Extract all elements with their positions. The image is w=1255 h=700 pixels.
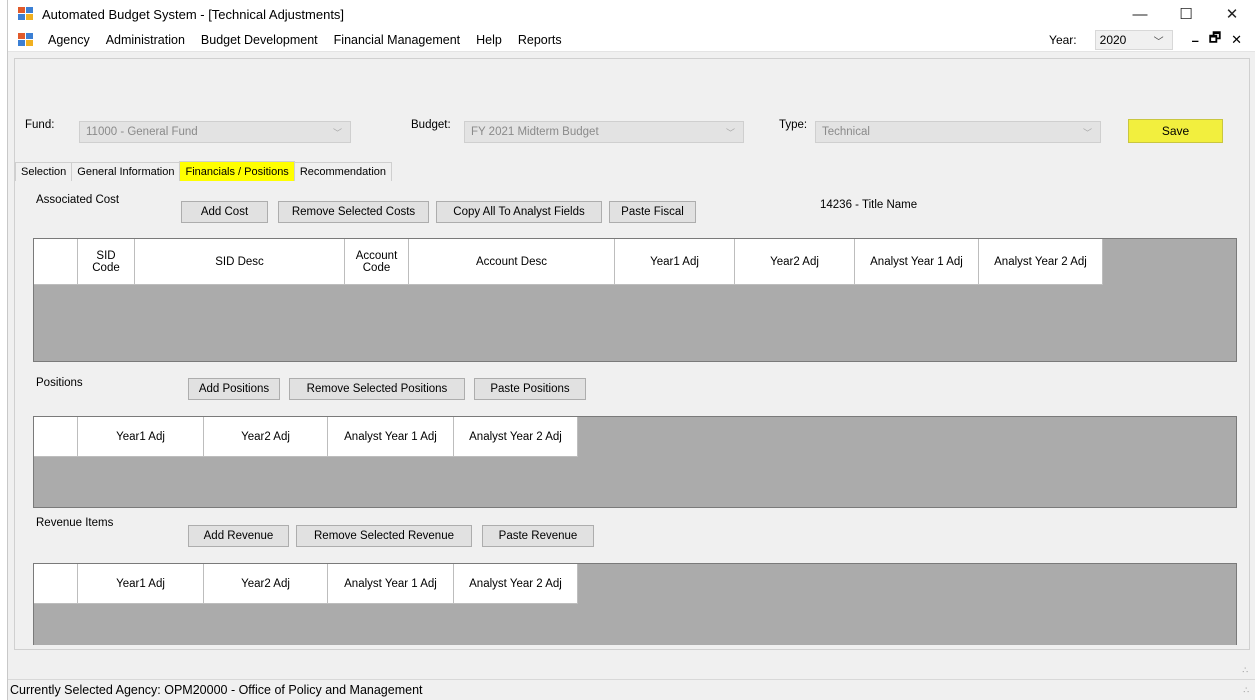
- positions-grid-header: Year1 Adj Year2 Adj Analyst Year 1 Adj A…: [34, 417, 578, 457]
- fund-label: Fund:: [25, 119, 55, 131]
- menu-bar: Agency Administration Budget Development…: [8, 28, 1255, 52]
- title-bar: Automated Budget System - [Technical Adj…: [8, 0, 1255, 28]
- column-header[interactable]: Analyst Year 2 Adj: [454, 564, 578, 604]
- minimize-icon[interactable]: —: [1117, 0, 1163, 28]
- tab-strip: Selection General Information Financials…: [15, 161, 393, 181]
- revenue-grid[interactable]: Year1 Adj Year2 Adj Analyst Year 1 Adj A…: [33, 563, 1237, 645]
- revenue-grid-header: Year1 Adj Year2 Adj Analyst Year 1 Adj A…: [34, 564, 578, 604]
- column-header[interactable]: SID Desc: [135, 239, 345, 285]
- year-value: 2020: [1099, 33, 1127, 47]
- positions-label: Positions: [36, 377, 83, 389]
- budget-label: Budget:: [411, 119, 451, 131]
- row-header-cell: [34, 239, 78, 285]
- chevron-down-icon: ﹀: [1153, 37, 1164, 48]
- selected-agency-status: Currently Selected Agency: OPM20000 - Of…: [10, 683, 423, 697]
- menu-financial-management[interactable]: Financial Management: [326, 28, 468, 52]
- fund-value: 11000 - General Fund: [86, 126, 198, 138]
- child-resize-grip-icon[interactable]: ∴: [1242, 665, 1249, 676]
- tab-general-information[interactable]: General Information: [71, 162, 181, 181]
- mdi-app-icon[interactable]: [18, 32, 34, 47]
- save-button[interactable]: Save: [1128, 119, 1223, 143]
- year-label: Year:: [1049, 33, 1077, 47]
- copy-all-to-analyst-fields-button[interactable]: Copy All To Analyst Fields: [436, 201, 602, 223]
- mdi-close-icon[interactable]: ✕: [1231, 32, 1242, 48]
- budget-value: FY 2021 Midterm Budget: [471, 126, 599, 138]
- window-title: Automated Budget System - [Technical Adj…: [42, 6, 345, 22]
- title-name-label: 14236 - Title Name: [820, 199, 918, 211]
- add-positions-button[interactable]: Add Positions: [188, 378, 280, 400]
- close-icon[interactable]: ✕: [1209, 0, 1255, 28]
- row-header-cell: [34, 564, 78, 604]
- paste-revenue-button[interactable]: Paste Revenue: [482, 525, 594, 547]
- column-header[interactable]: Year2 Adj: [204, 417, 328, 457]
- window-controls: — ☐ ✕: [1117, 0, 1255, 28]
- paste-fiscal-button[interactable]: Paste Fiscal: [609, 201, 696, 223]
- mdi-minimize-icon[interactable]: –: [1192, 33, 1199, 48]
- column-header[interactable]: SID Code: [78, 239, 135, 285]
- status-bar: Currently Selected Agency: OPM20000 - Of…: [8, 679, 1255, 700]
- remove-selected-costs-button[interactable]: Remove Selected Costs: [278, 201, 429, 223]
- type-label: Type:: [779, 119, 808, 131]
- chevron-down-icon: ﹀: [725, 128, 735, 138]
- app-icon: [18, 7, 34, 21]
- column-header[interactable]: Year2 Adj: [204, 564, 328, 604]
- column-header[interactable]: Year1 Adj: [615, 239, 735, 285]
- column-header[interactable]: Account Desc: [409, 239, 615, 285]
- paste-positions-button[interactable]: Paste Positions: [474, 378, 586, 400]
- resize-grip-icon[interactable]: ∴: [1243, 685, 1250, 696]
- tab-financials-positions[interactable]: Financials / Positions: [179, 161, 295, 181]
- associated-cost-label: Associated Cost: [36, 194, 120, 206]
- menu-reports[interactable]: Reports: [510, 28, 570, 52]
- column-header[interactable]: Analyst Year 2 Adj: [979, 239, 1103, 285]
- chevron-down-icon: ﹀: [1082, 128, 1092, 138]
- positions-grid[interactable]: Year1 Adj Year2 Adj Analyst Year 1 Adj A…: [33, 416, 1237, 508]
- column-header[interactable]: Year1 Adj: [78, 564, 204, 604]
- type-select[interactable]: Technical ﹀: [815, 121, 1101, 143]
- mdi-controls: – 🗗 ✕: [1187, 29, 1247, 51]
- associated-cost-grid-header: SID Code SID Desc Account Code Account D…: [34, 239, 1103, 285]
- add-cost-button[interactable]: Add Cost: [181, 201, 268, 223]
- column-header[interactable]: Analyst Year 1 Adj: [855, 239, 979, 285]
- column-header[interactable]: Analyst Year 1 Adj: [328, 417, 454, 457]
- menu-agency[interactable]: Agency: [40, 28, 98, 52]
- menu-budget-development[interactable]: Budget Development: [193, 28, 326, 52]
- type-value: Technical: [822, 126, 870, 138]
- year-select[interactable]: 2020 ﹀: [1094, 30, 1173, 50]
- remove-selected-positions-button[interactable]: Remove Selected Positions: [289, 378, 465, 400]
- tab-selection[interactable]: Selection: [15, 162, 73, 181]
- column-header[interactable]: Analyst Year 2 Adj: [454, 417, 578, 457]
- mdi-restore-icon[interactable]: 🗗: [1209, 29, 1221, 51]
- column-header[interactable]: Year1 Adj: [78, 417, 204, 457]
- menu-administration[interactable]: Administration: [98, 28, 193, 52]
- application-window: Automated Budget System - [Technical Adj…: [7, 0, 1255, 700]
- column-header[interactable]: Account Code: [345, 239, 409, 285]
- add-revenue-button[interactable]: Add Revenue: [188, 525, 289, 547]
- maximize-icon[interactable]: ☐: [1163, 0, 1209, 28]
- tab-recommendation[interactable]: Recommendation: [293, 162, 393, 181]
- row-header-cell: [34, 417, 78, 457]
- year-area: Year: 2020 ﹀ – 🗗 ✕: [1049, 28, 1255, 52]
- budget-select[interactable]: FY 2021 Midterm Budget ﹀: [464, 121, 744, 143]
- column-header[interactable]: Analyst Year 1 Adj: [328, 564, 454, 604]
- associated-cost-grid[interactable]: SID Code SID Desc Account Code Account D…: [33, 238, 1237, 362]
- fund-select[interactable]: 11000 - General Fund ﹀: [79, 121, 351, 143]
- chevron-down-icon: ﹀: [332, 128, 342, 138]
- menu-help[interactable]: Help: [468, 28, 510, 52]
- column-header[interactable]: Year2 Adj: [735, 239, 855, 285]
- remove-selected-revenue-button[interactable]: Remove Selected Revenue: [296, 525, 472, 547]
- revenue-items-label: Revenue Items: [36, 517, 114, 529]
